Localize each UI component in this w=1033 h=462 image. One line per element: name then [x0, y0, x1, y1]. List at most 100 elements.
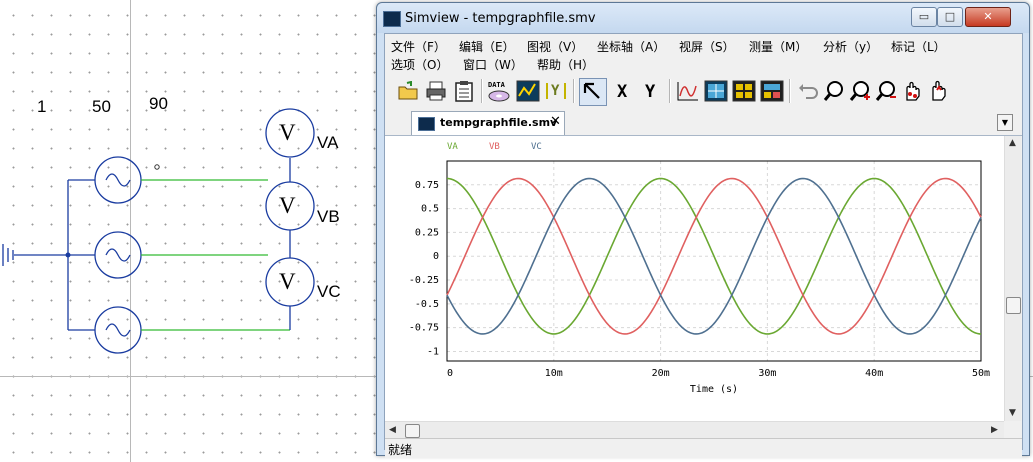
y-tick-label: -0.75 [409, 323, 439, 334]
toolbar: DATA Y X Y [387, 76, 1019, 108]
tab-bar: tempgraphfile.smv ✕ ▼ [385, 111, 1022, 136]
param-label-1: 1 [37, 97, 47, 116]
menu-bar: 文件（F） 编辑（E） 图视（V） 坐标轴（A） 视屏（S） 测量（M） 分析（… [385, 34, 1022, 74]
window-client: 文件（F） 编辑（E） 图视（V） 坐标轴（A） 视屏（S） 测量（M） 分析（… [384, 33, 1023, 458]
scroll-right-icon[interactable]: ▶ [991, 425, 998, 435]
x-tick-label: 40m [865, 368, 883, 379]
ac-source-a[interactable] [94, 156, 142, 204]
scroll-down-icon[interactable]: ▼ [1009, 408, 1016, 418]
menu-file[interactable]: 文件（F） [391, 38, 446, 55]
y-axis-icon[interactable]: Y [543, 78, 569, 104]
legend-label-va: VA [447, 142, 458, 152]
grid-view-icon[interactable] [703, 78, 729, 104]
meter-label-b: VB [317, 207, 340, 226]
minimize-button[interactable]: ▭ [911, 7, 937, 27]
scroll-up-icon[interactable]: ▲ [1009, 138, 1016, 148]
y-tick-label: -0.25 [409, 275, 439, 286]
meter-symbol-c: V [279, 269, 296, 294]
zoom-in-icon[interactable] [847, 78, 873, 104]
screen-icon[interactable] [759, 78, 785, 104]
tab-tempgraphfile[interactable]: tempgraphfile.smv ✕ [411, 111, 565, 135]
status-text: 就绪 [388, 443, 413, 457]
menu-options[interactable]: 选项（O） [391, 56, 448, 73]
graph-file-icon [418, 117, 435, 131]
data-icon-label: DATA [488, 81, 506, 89]
title-bar[interactable]: Simview - tempgraphfile.smv ▭ □ ✕ [377, 3, 1029, 33]
pointer-icon[interactable] [579, 78, 607, 106]
maximize-button[interactable]: □ [937, 7, 963, 27]
junction-dot [65, 252, 71, 258]
menu-analysis[interactable]: 分析（y） [823, 38, 878, 55]
output-wires [141, 179, 290, 331]
menu-axis[interactable]: 坐标轴（A） [597, 38, 665, 55]
y-tick-label: 0.25 [415, 227, 439, 238]
toolbar-separator [481, 79, 483, 103]
vertical-scrollbar[interactable]: ▲ ▼ [1004, 136, 1021, 421]
y-axis-button-icon[interactable]: Y [639, 78, 665, 104]
source-bus [67, 179, 95, 331]
x-tick-label: 0 [447, 368, 453, 379]
menu-label[interactable]: 标记（L） [891, 38, 946, 55]
menu-screen[interactable]: 视屏（S） [679, 38, 735, 55]
meter-label-a: VA [317, 133, 339, 152]
toolbar-separator [789, 79, 791, 103]
x-tick-label: 30m [758, 368, 776, 379]
close-button[interactable]: ✕ [965, 7, 1011, 27]
x-tick-label: 20m [652, 368, 670, 379]
print-icon[interactable] [423, 78, 449, 104]
meter-label-c: VC [317, 282, 341, 301]
tab-close-icon[interactable]: ✕ [550, 114, 561, 129]
window-title: Simview - tempgraphfile.smv [405, 11, 596, 26]
y-tick-label: -0.5 [415, 299, 439, 310]
plot-area[interactable]: VA VB VC 0.75 0.5 0.25 0 -0.25 -0.5 -0.75 -1 0 10m 2… [385, 136, 1004, 421]
waveform-icon[interactable] [675, 78, 701, 104]
data-icon[interactable]: DATA [487, 78, 513, 104]
clipboard-icon[interactable] [451, 78, 477, 104]
chart-legend: VA VB VC [447, 142, 542, 152]
circuit-schematic [2, 108, 315, 354]
toolbar-separator [669, 79, 671, 103]
vertical-scroll-thumb[interactable] [1006, 297, 1021, 314]
toolbar-separator [573, 79, 575, 103]
param-label-3: 90 [149, 94, 168, 113]
ac-source-b[interactable] [94, 231, 142, 279]
legend-label-vc: VC [531, 142, 542, 152]
ac-source-c[interactable] [94, 306, 142, 354]
x-axis-icon[interactable]: X [611, 78, 637, 104]
x-tick-label: 10m [545, 368, 563, 379]
scroll-left-icon[interactable]: ◀ [389, 425, 396, 435]
layout-icon[interactable] [731, 78, 757, 104]
tab-list-dropdown-icon[interactable]: ▼ [997, 114, 1013, 131]
simview-app-icon [383, 11, 401, 27]
x-tick-label: 50m [972, 368, 990, 379]
legend-label-vb: VB [489, 142, 500, 152]
menu-edit[interactable]: 编辑（E） [459, 38, 515, 55]
pan-hand-up-icon[interactable] [925, 78, 951, 104]
y-tick-label: 0.5 [421, 204, 439, 215]
waveform-chart[interactable]: VA VB VC 0.75 0.5 0.25 0 -0.25 -0.5 -0.75 -1 0 10m 2… [385, 136, 1004, 421]
pan-hand-icon[interactable] [899, 78, 925, 104]
tab-label: tempgraphfile.smv [440, 116, 558, 129]
svg-text:Y: Y [551, 83, 560, 99]
y-tick-label: -1 [427, 346, 439, 357]
menu-measure[interactable]: 测量（M） [749, 38, 807, 55]
meter-symbol-a: V [279, 120, 296, 145]
open-folder-icon[interactable] [395, 78, 421, 104]
phase-marker [154, 164, 160, 170]
chart-icon[interactable] [515, 78, 541, 104]
menu-help[interactable]: 帮助（H） [537, 56, 594, 73]
param-label-2: 50 [92, 97, 111, 116]
y-axis-label: Y [645, 82, 656, 102]
menu-window[interactable]: 窗口（W） [463, 56, 523, 73]
menu-view[interactable]: 图视（V） [527, 38, 583, 55]
simview-window: Simview - tempgraphfile.smv ▭ □ ✕ 文件（F） … [376, 2, 1030, 458]
status-bar: 就绪 [385, 438, 1022, 458]
y-tick-label: 0.75 [415, 180, 439, 191]
meter-symbol-b: V [279, 193, 296, 218]
horizontal-scrollbar[interactable]: ◀ ▶ [385, 421, 1004, 439]
undo-icon[interactable] [795, 78, 821, 104]
zoom-out-icon[interactable] [873, 78, 899, 104]
ground-symbol [2, 244, 68, 266]
horizontal-scroll-thumb[interactable] [405, 424, 420, 438]
zoom-icon[interactable] [821, 78, 847, 104]
